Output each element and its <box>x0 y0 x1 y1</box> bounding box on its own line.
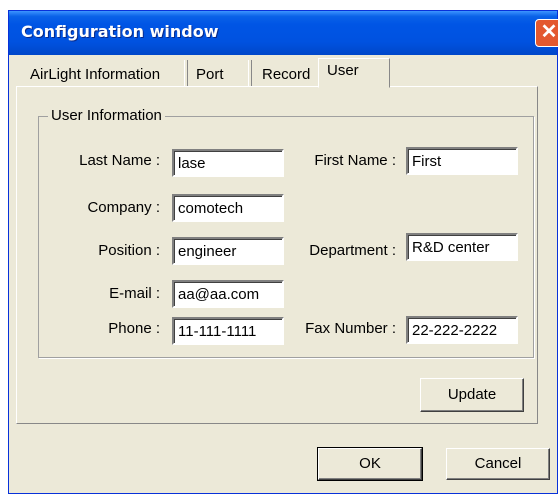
phone-label: Phone : <box>108 320 160 337</box>
title-bar[interactable]: Configuration window ✕ <box>9 11 558 55</box>
phone-field[interactable]: 11-111-1111 <box>172 317 284 345</box>
position-label: Position : <box>98 242 160 259</box>
fax-number-label: Fax Number : <box>305 320 396 337</box>
last-name-field[interactable]: lase <box>172 149 284 177</box>
fax-number-field[interactable]: 22-222-2222 <box>406 316 518 344</box>
window-title: Configuration window <box>21 22 219 41</box>
tab-separator <box>248 60 252 86</box>
company-field[interactable]: comotech <box>172 194 284 222</box>
company-label: Company : <box>87 199 160 216</box>
update-button[interactable]: Update <box>420 378 524 412</box>
first-name-field[interactable]: First <box>406 147 518 175</box>
cancel-button[interactable]: Cancel <box>446 448 550 480</box>
tab-user[interactable]: User <box>318 58 390 88</box>
email-label: E-mail : <box>109 285 160 302</box>
department-label: Department : <box>309 242 396 259</box>
tab-airlight-information[interactable]: AirLight Information <box>30 62 160 88</box>
close-icon[interactable]: ✕ <box>535 19 558 47</box>
tab-record[interactable]: Record <box>262 62 310 88</box>
last-name-label: Last Name : <box>79 152 160 169</box>
tab-port[interactable]: Port <box>196 62 224 88</box>
tab-separator <box>184 60 188 86</box>
ok-button[interactable]: OK <box>317 447 423 481</box>
email-field[interactable]: aa@aa.com <box>172 280 284 308</box>
first-name-label: First Name : <box>314 152 396 169</box>
department-field[interactable]: R&D center <box>406 233 518 261</box>
position-field[interactable]: engineer <box>172 237 284 265</box>
group-title: User Information <box>48 107 165 124</box>
